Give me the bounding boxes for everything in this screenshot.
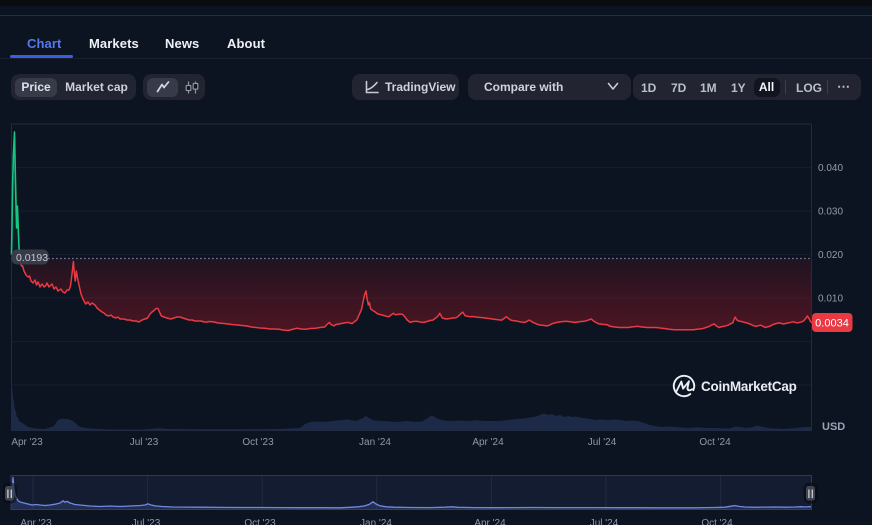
svg-text:0.0193: 0.0193	[16, 252, 48, 264]
svg-text:Jan '24: Jan '24	[360, 518, 392, 525]
svg-text:Oct '24: Oct '24	[699, 437, 731, 448]
svg-text:0.020: 0.020	[818, 250, 843, 261]
svg-text:0.010: 0.010	[818, 294, 843, 305]
svg-text:Jul '24: Jul '24	[590, 518, 619, 525]
svg-text:Oct '23: Oct '23	[244, 518, 276, 525]
svg-text:Oct '23: Oct '23	[242, 437, 274, 448]
svg-text:Jan '24: Jan '24	[359, 437, 391, 448]
svg-text:0.030: 0.030	[818, 207, 843, 218]
svg-text:Jul '23: Jul '23	[132, 518, 161, 525]
svg-text:Jul '24: Jul '24	[588, 437, 617, 448]
svg-text:Apr '23: Apr '23	[20, 518, 52, 525]
svg-text:0.040: 0.040	[818, 163, 843, 174]
svg-text:Apr '24: Apr '24	[472, 437, 504, 448]
svg-text:CoinMarketCap: CoinMarketCap	[701, 379, 797, 394]
svg-text:Oct '24: Oct '24	[701, 518, 733, 525]
svg-text:USD: USD	[822, 421, 845, 433]
svg-text:Apr '23: Apr '23	[11, 437, 43, 448]
svg-text:0.0034: 0.0034	[815, 318, 849, 330]
svg-text:Jul '23: Jul '23	[130, 437, 159, 448]
svg-text:Apr '24: Apr '24	[474, 518, 506, 525]
